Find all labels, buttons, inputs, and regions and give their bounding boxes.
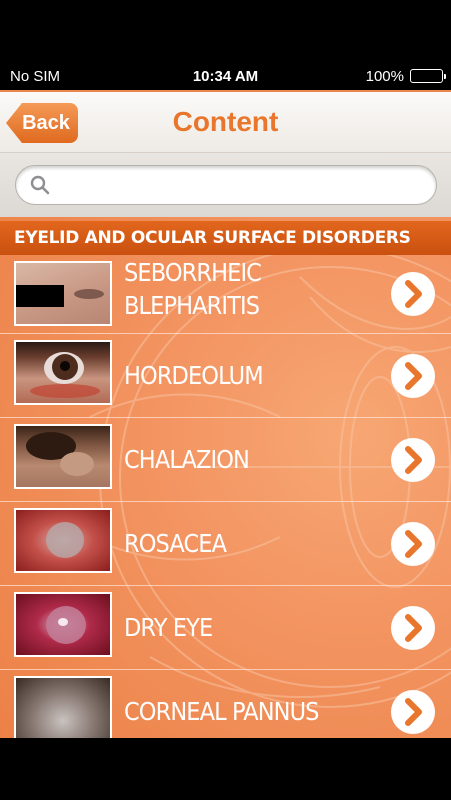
chevron-right-icon[interactable] (391, 689, 435, 734)
list-item-chalazion[interactable]: CHALAZION (0, 418, 451, 502)
photo-rosacea (14, 508, 112, 573)
list-item-hordeolum[interactable]: HORDEOLUM (0, 334, 451, 418)
disorder-list: SEBORRHEIC BLEPHARITIS HORDEOLUM CHALAZI… (0, 255, 451, 738)
carrier-label: No SIM (10, 67, 61, 85)
item-label: CORNEAL PANNUS (124, 697, 319, 726)
chevron-right-icon[interactable] (391, 437, 435, 482)
photo-seborrheic-blepharitis (14, 261, 112, 326)
battery-icon (410, 69, 446, 83)
item-label: HORDEOLUM (124, 361, 264, 390)
chevron-right-icon[interactable] (391, 521, 435, 566)
photo-hordeolum (14, 340, 112, 405)
photo-chalazion (14, 424, 112, 489)
list-item-corneal-pannus[interactable]: CORNEAL PANNUS (0, 670, 451, 738)
section-header: EYELID AND OCULAR SURFACE DISORDERS (0, 221, 451, 255)
battery-percent: 100% (365, 67, 404, 85)
search-input[interactable] (58, 176, 436, 194)
page-title: Content (172, 106, 279, 137)
chevron-right-icon[interactable] (391, 605, 435, 650)
item-label: ROSACEA (124, 529, 227, 558)
item-label-line2: BLEPHARITIS (124, 291, 260, 320)
content-list-area: EYELID AND OCULAR SURFACE DISORDERS SEBO… (0, 217, 451, 738)
list-item-seborrheic-blepharitis[interactable]: SEBORRHEIC BLEPHARITIS (0, 255, 451, 334)
list-item-rosacea[interactable]: ROSACEA (0, 502, 451, 586)
photo-corneal-pannus (14, 676, 112, 738)
search-field[interactable] (15, 165, 437, 205)
status-bar: No SIM 10:34 AM 100% (0, 62, 451, 90)
search-bar (0, 153, 451, 217)
navigation-bar: Back Content (0, 90, 451, 153)
search-icon (30, 175, 50, 195)
item-label: CHALAZION (124, 445, 250, 474)
screen-bottom-edge (0, 738, 451, 800)
battery-status: 100% (365, 67, 446, 85)
chevron-right-icon[interactable] (391, 353, 435, 398)
chevron-right-icon[interactable] (391, 272, 435, 316)
list-item-dry-eye[interactable]: DRY EYE (0, 586, 451, 670)
photo-dry-eye (14, 592, 112, 657)
item-label: SEBORRHEIC (124, 258, 262, 287)
item-label: DRY EYE (124, 613, 213, 642)
